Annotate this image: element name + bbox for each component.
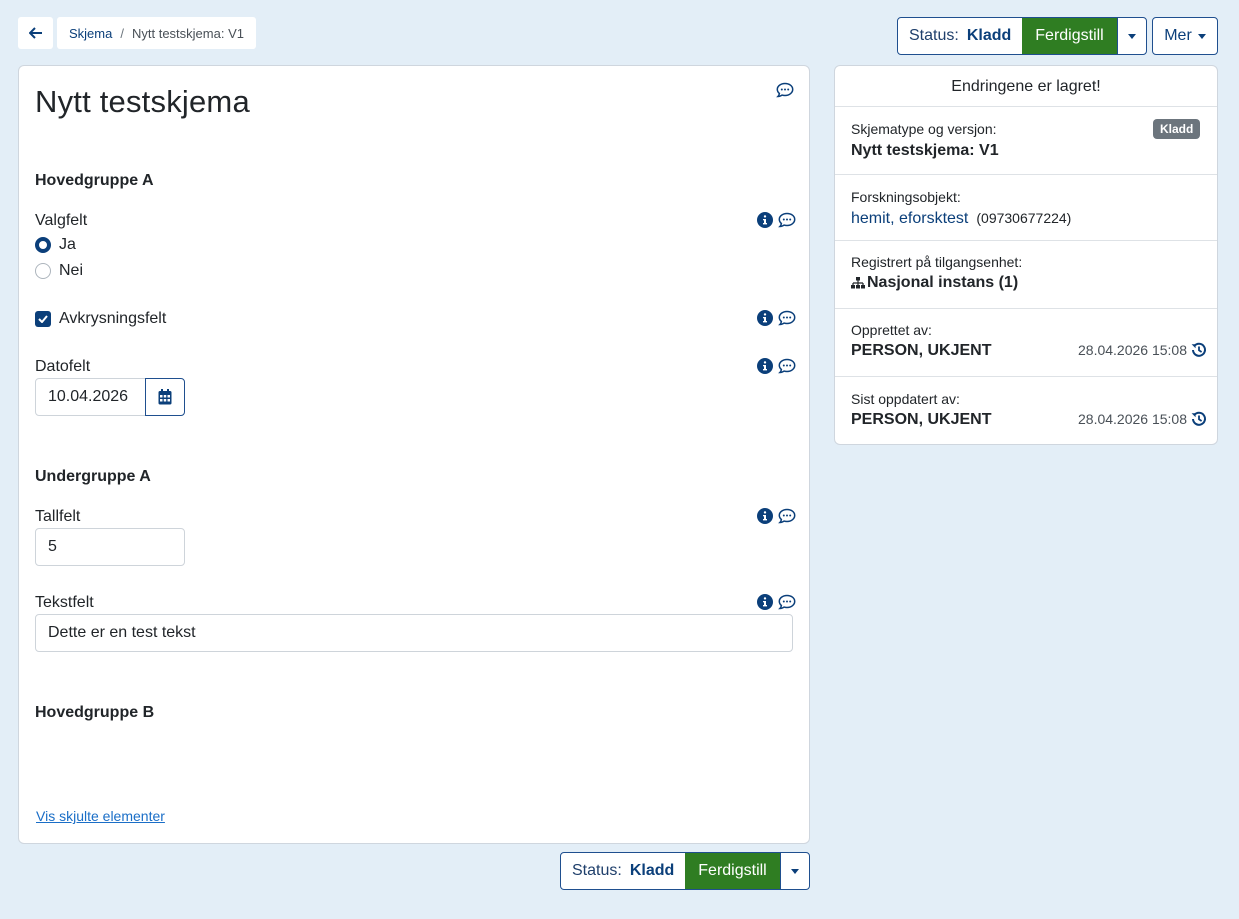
- comment-icon[interactable]: [778, 358, 796, 374]
- breadcrumb-current: Nytt testskjema: V1: [131, 25, 244, 41]
- choice-field-label: Valgfelt: [35, 212, 88, 229]
- status-group-bottom: Status: Kladd Ferdigstill: [560, 852, 810, 890]
- registered-value: Nasjonal instans (1): [851, 274, 1018, 292]
- more-button[interactable]: Mer: [1152, 17, 1218, 55]
- check-icon: [38, 315, 48, 323]
- date-input[interactable]: 10.04.2026: [35, 378, 147, 416]
- created-label: Opprettet av:: [851, 322, 932, 338]
- text-field-label: Tekstfelt: [35, 594, 94, 611]
- schema-type-label: Skjematype og versjon:: [851, 121, 997, 137]
- comment-icon[interactable]: [778, 212, 796, 228]
- registered-label: Registrert på tilgangsenhet:: [851, 254, 1023, 270]
- comment-icon[interactable]: [778, 508, 796, 524]
- breadcrumb: Skjema / Nytt testskjema: V1: [57, 17, 256, 49]
- group-heading-a: Hovedgruppe A: [35, 172, 154, 189]
- number-field-icons: [757, 508, 796, 524]
- finish-dropdown-toggle[interactable]: [779, 853, 809, 889]
- status-label: Status: Kladd: [572, 862, 675, 879]
- radio-ja[interactable]: [35, 237, 51, 253]
- history-icon[interactable]: [1191, 411, 1207, 427]
- breadcrumb-link-skjema[interactable]: Skjema: [69, 26, 112, 41]
- finish-button[interactable]: Ferdigstill: [685, 853, 780, 889]
- research-object-id: (09730677224): [976, 210, 1072, 226]
- checkbox-label: Avkrysningsfelt: [59, 310, 167, 327]
- status-label: Status: Kladd: [909, 27, 1012, 44]
- comment-icon[interactable]: [776, 82, 794, 98]
- group-heading-b: Hovedgruppe B: [35, 704, 155, 721]
- finish-button[interactable]: Ferdigstill: [1022, 18, 1117, 54]
- back-button[interactable]: [18, 17, 53, 49]
- radio-nei[interactable]: [35, 263, 51, 279]
- radio-option-nei[interactable]: Nei: [35, 262, 83, 280]
- page-title: Nytt testskjema: [35, 84, 250, 119]
- created-timestamp: 28.04.2026 15:08: [1078, 342, 1207, 358]
- schema-type-row: [835, 106, 1217, 175]
- info-icon[interactable]: [757, 508, 773, 524]
- updated-label: Sist oppdatert av:: [851, 391, 960, 407]
- calendar-icon: [158, 389, 172, 405]
- info-icon[interactable]: [757, 310, 773, 326]
- updated-timestamp: 28.04.2026 15:08: [1078, 411, 1207, 427]
- research-object-link[interactable]: hemit, eforsktest: [851, 210, 968, 228]
- arrow-left-icon: [28, 27, 42, 39]
- updated-by: PERSON, UKJENT: [851, 411, 992, 428]
- saved-message: Endringene er lagret!: [951, 78, 1101, 95]
- radio-nei-label: Nei: [59, 262, 84, 279]
- number-input[interactable]: 5: [35, 528, 185, 566]
- choice-field-icons: [757, 212, 796, 228]
- calendar-button[interactable]: [145, 378, 185, 416]
- sitemap-icon: [851, 277, 865, 289]
- history-icon[interactable]: [1191, 342, 1207, 358]
- info-icon[interactable]: [757, 594, 773, 610]
- date-field-icons: [757, 358, 796, 374]
- checkbox-field-icons: [757, 310, 796, 326]
- number-field-label: Tallfelt: [35, 508, 81, 525]
- schema-type-value: Nytt testskjema: V1: [851, 142, 999, 159]
- status-group-top: Status: Kladd Ferdigstill: [897, 17, 1147, 55]
- caret-down-icon: [790, 868, 799, 874]
- created-by: PERSON, UKJENT: [851, 342, 992, 359]
- research-object-label: Forskningsobjekt:: [851, 189, 961, 205]
- finish-dropdown-toggle[interactable]: [1116, 18, 1146, 54]
- breadcrumb-separator: /: [120, 25, 124, 41]
- research-object-value: hemit, eforsktest (09730677224): [851, 210, 1071, 228]
- checkbox[interactable]: [35, 311, 51, 327]
- checkbox-field[interactable]: Avkrysningsfelt: [35, 310, 166, 328]
- show-hidden-elements-link[interactable]: Vis skjulte elementer: [36, 808, 165, 824]
- radio-option-ja[interactable]: Ja: [35, 236, 76, 254]
- status-value: Kladd: [629, 862, 675, 879]
- comment-icon[interactable]: [778, 594, 796, 610]
- caret-down-icon: [1197, 33, 1206, 39]
- research-object-row: [835, 174, 1217, 241]
- date-field-label: Datofelt: [35, 358, 91, 375]
- subgroup-heading-a: Undergruppe A: [35, 468, 151, 485]
- caret-down-icon: [1127, 33, 1136, 39]
- info-icon[interactable]: [757, 358, 773, 374]
- comment-icon[interactable]: [778, 310, 796, 326]
- info-icon[interactable]: [757, 212, 773, 228]
- status-value: Kladd: [966, 27, 1012, 44]
- text-input[interactable]: Dette er en test tekst: [35, 614, 793, 652]
- radio-ja-label: Ja: [59, 236, 76, 253]
- text-field-icons: [757, 594, 796, 610]
- status-badge: Kladd: [1153, 119, 1201, 139]
